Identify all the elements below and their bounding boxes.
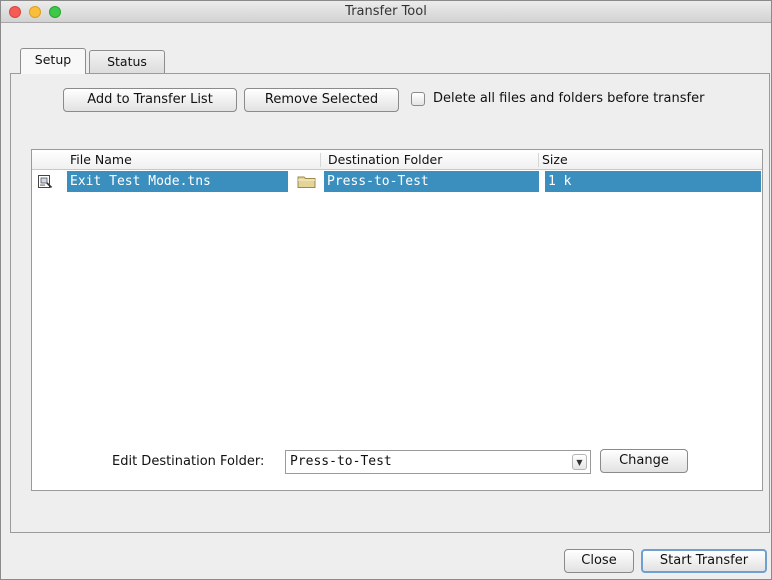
tab-setup[interactable]: Setup bbox=[20, 48, 86, 74]
column-divider[interactable] bbox=[320, 153, 321, 167]
transfer-list-table[interactable]: File Name Destination Folder Size Exit T… bbox=[31, 149, 763, 491]
start-transfer-button[interactable]: Start Transfer bbox=[641, 549, 767, 573]
close-button[interactable]: Close bbox=[564, 549, 634, 573]
destination-cell: Press-to-Test bbox=[324, 171, 539, 192]
destination-folder-value[interactable]: Press-to-Test bbox=[290, 454, 392, 469]
delete-all-label[interactable]: Delete all files and folders before tran… bbox=[433, 91, 704, 106]
remove-selected-button[interactable]: Remove Selected bbox=[244, 88, 399, 112]
window-title: Transfer Tool bbox=[345, 4, 427, 19]
edit-destination-label: Edit Destination Folder: bbox=[112, 454, 265, 469]
file-name-cell: Exit Test Mode.tns bbox=[67, 171, 288, 192]
add-to-transfer-list-button[interactable]: Add to Transfer List bbox=[63, 88, 237, 112]
size-cell: 1 k bbox=[545, 171, 761, 192]
transfer-tool-window: Transfer Tool Setup Status Add to Transf… bbox=[0, 0, 772, 580]
table-header: File Name Destination Folder Size bbox=[32, 150, 762, 170]
column-divider[interactable] bbox=[538, 153, 539, 167]
delete-all-checkbox[interactable] bbox=[411, 92, 425, 106]
destination-folder-combobox[interactable]: Press-to-Test ▼ bbox=[285, 450, 591, 474]
column-header-size[interactable]: Size bbox=[542, 152, 568, 167]
setup-panel: Add to Transfer List Remove Selected Del… bbox=[10, 73, 770, 533]
chevron-down-icon[interactable]: ▼ bbox=[572, 454, 587, 470]
tab-status[interactable]: Status bbox=[89, 50, 165, 74]
change-button[interactable]: Change bbox=[600, 449, 688, 473]
column-header-destination[interactable]: Destination Folder bbox=[328, 152, 442, 167]
column-header-file-name[interactable]: File Name bbox=[70, 152, 132, 167]
table-row[interactable]: Exit Test Mode.tns Press-to-Test 1 k bbox=[32, 171, 762, 192]
title-bar: Transfer Tool bbox=[1, 1, 771, 23]
folder-icon bbox=[297, 176, 316, 188]
document-icon bbox=[38, 175, 53, 189]
